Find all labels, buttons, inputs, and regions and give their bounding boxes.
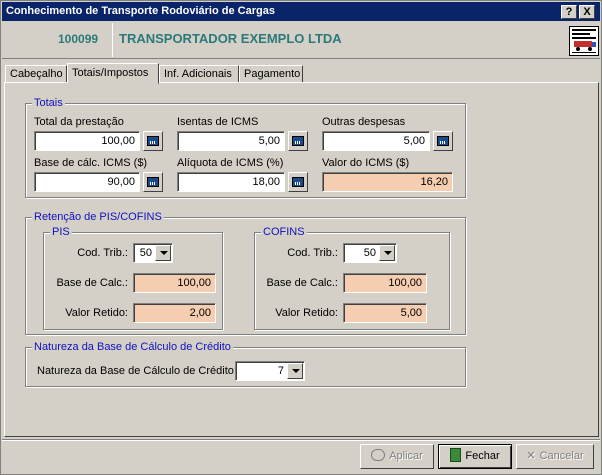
cofins-group: COFINS Cod. Trib.: 50 Base de Calc.: 100… [254, 226, 450, 330]
valor-icms-label: Valor do ICMS ($) [322, 157, 410, 169]
tab-label: Cabeçalho [10, 68, 63, 80]
pis-retido-label: Valor Retido: [65, 307, 128, 319]
pis-base-label: Base de Calc.: [56, 277, 128, 289]
tab-label: Inf. Adicionais [164, 68, 232, 80]
isentas-field[interactable]: 5,00 [177, 131, 285, 151]
document-header: 100099 TRANSPORTADOR EXEMPLO LTDA [2, 21, 600, 59]
pis-group: PIS Cod. Trib.: 50 Base de Calc.: 100,00… [43, 226, 223, 330]
cofins-base-label: Base de Calc.: [266, 277, 338, 289]
natureza-label: Natureza da Base de Cálculo de Crédito: [37, 365, 237, 377]
fechar-button[interactable]: Fechar [438, 444, 512, 469]
total-prestacao-label: Total da prestação [34, 116, 124, 128]
outras-field[interactable]: 5,00 [322, 131, 430, 151]
pis-cod-trib-value: 50 [139, 247, 152, 259]
tab-totais-impostos[interactable]: Totais/Impostos [67, 63, 159, 84]
base-calc-label: Base de cálc. ICMS ($) [34, 157, 148, 169]
dialog-window: Conhecimento de Transporte Rodoviário de… [0, 0, 602, 475]
isentas-label: Isentas de ICMS [177, 116, 259, 128]
totais-legend: Totais [32, 97, 65, 109]
cofins-cod-trib-label: Cod. Trib.: [287, 247, 338, 259]
chevron-down-icon[interactable] [155, 245, 171, 261]
bottom-divider [2, 439, 600, 441]
calculator-icon [437, 136, 449, 146]
retencao-legend: Retenção de PIS/COFINS [32, 211, 164, 223]
cofins-cod-trib-select[interactable]: 50 [343, 243, 397, 263]
help-button[interactable]: ? [561, 5, 577, 19]
natureza-group: Natureza da Base de Cálculo de Crédito N… [25, 341, 466, 387]
cofins-legend: COFINS [261, 226, 307, 238]
natureza-select[interactable]: 7 [235, 361, 305, 381]
company-name: TRANSPORTADOR EXEMPLO LTDA [119, 31, 342, 46]
outras-label: Outras despesas [322, 116, 406, 128]
totais-group: Totais Total da prestação 100,00 Isentas… [25, 97, 466, 198]
header-divider [112, 23, 113, 57]
door-exit-icon [450, 448, 462, 462]
window-title: Conhecimento de Transporte Rodoviário de… [6, 5, 275, 17]
chevron-down-icon[interactable] [287, 363, 303, 379]
retencao-group: Retenção de PIS/COFINS PIS Cod. Trib.: 5… [25, 211, 466, 335]
calculator-button-total[interactable] [143, 131, 163, 151]
cofins-base-field: 100,00 [343, 273, 427, 293]
pis-legend: PIS [50, 226, 72, 238]
pis-retido-field: 2,00 [133, 303, 216, 323]
document-code: 100099 [58, 32, 99, 46]
pis-cod-trib-label: Cod. Trib.: [77, 247, 128, 259]
tab-inf-adicionais[interactable]: Inf. Adicionais [159, 65, 239, 83]
natureza-legend: Natureza da Base de Cálculo de Crédito [32, 341, 233, 353]
pis-base-field: 100,00 [133, 273, 216, 293]
cancel-x-icon: ✕ [526, 450, 536, 462]
truck-document-icon [569, 26, 599, 56]
aplicar-label: Aplicar [389, 450, 423, 462]
tab-cabecalho[interactable]: Cabeçalho [5, 65, 67, 83]
calculator-button-isentas[interactable] [288, 131, 308, 151]
calculator-icon [147, 136, 159, 146]
tab-panel-totais-impostos: Totais Total da prestação 100,00 Isentas… [4, 82, 599, 437]
aplicar-button[interactable]: Aplicar [360, 444, 434, 469]
calculator-icon [292, 136, 304, 146]
aliquota-field[interactable]: 18,00 [177, 172, 285, 192]
tab-label: Pagamento [244, 68, 301, 80]
natureza-value: 7 [277, 365, 284, 377]
calculator-icon [147, 177, 159, 187]
pis-cod-trib-select[interactable]: 50 [133, 243, 173, 263]
apply-icon [371, 449, 386, 461]
valor-icms-field: 16,20 [322, 172, 453, 192]
cofins-retido-label: Valor Retido: [275, 307, 338, 319]
calculator-icon [292, 177, 304, 187]
base-calc-field[interactable]: 90,00 [34, 172, 140, 192]
fechar-label: Fechar [465, 450, 500, 462]
tab-pagamento[interactable]: Pagamento [239, 65, 303, 83]
total-prestacao-field[interactable]: 100,00 [34, 131, 140, 151]
calculator-button-aliquota[interactable] [288, 172, 308, 192]
calculator-button-outras[interactable] [433, 131, 453, 151]
chevron-down-icon[interactable] [379, 245, 395, 261]
calculator-button-base[interactable] [143, 172, 163, 192]
title-bar[interactable]: Conhecimento de Transporte Rodoviário de… [2, 2, 600, 21]
cofins-retido-field: 5,00 [343, 303, 427, 323]
cancelar-button[interactable]: ✕ Cancelar [516, 444, 594, 469]
tab-label: Totais/Impostos [72, 67, 149, 79]
close-button[interactable]: X [579, 5, 595, 19]
cancelar-label: Cancelar [539, 450, 584, 462]
cofins-cod-trib-value: 50 [363, 247, 376, 259]
aliquota-label: Alíquota de ICMS (%) [177, 157, 284, 169]
